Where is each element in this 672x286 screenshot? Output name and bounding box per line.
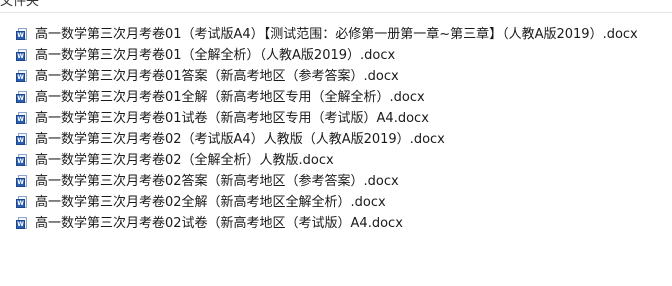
word-document-icon: W	[16, 49, 28, 62]
folder-header: 文件夹	[0, 0, 672, 13]
file-list: W 高一数学第三次月考卷01（考试版A4）【测试范围：必修第一册第一章~第三章】…	[16, 24, 638, 234]
file-name: 高一数学第三次月考卷01全解（新高考地区专用（全解全析）.docx	[35, 90, 425, 105]
file-item[interactable]: W 高一数学第三次月考卷01试卷（新高考地区专用（考试版）A4.docx	[16, 108, 638, 129]
file-name: 高一数学第三次月考卷01试卷（新高考地区专用（考试版）A4.docx	[35, 111, 429, 126]
file-name: 高一数学第三次月考卷01（考试版A4）【测试范围：必修第一册第一章~第三章】（人…	[35, 27, 638, 42]
file-item[interactable]: W 高一数学第三次月考卷01（考试版A4）【测试范围：必修第一册第一章~第三章】…	[16, 24, 638, 45]
file-item[interactable]: W 高一数学第三次月考卷01答案（新高考地区（参考答案）.docx	[16, 66, 638, 87]
file-name: 高一数学第三次月考卷02全解（新高考地区全解全析）.docx	[35, 195, 386, 210]
file-name: 高一数学第三次月考卷02答案（新高考地区（参考答案）.docx	[35, 174, 399, 189]
word-document-icon: W	[16, 154, 28, 167]
word-document-icon: W	[16, 28, 28, 41]
file-item[interactable]: W 高一数学第三次月考卷02（全解全析）人教版.docx	[16, 150, 638, 171]
file-item[interactable]: W 高一数学第三次月考卷02全解（新高考地区全解全析）.docx	[16, 192, 638, 213]
folder-title: 文件夹	[0, 0, 40, 9]
file-name: 高一数学第三次月考卷01（全解全析）（人教A版2019）.docx	[35, 48, 396, 63]
word-document-icon: W	[16, 133, 28, 146]
file-item[interactable]: W 高一数学第三次月考卷02答案（新高考地区（参考答案）.docx	[16, 171, 638, 192]
file-name: 高一数学第三次月考卷02（全解全析）人教版.docx	[35, 153, 334, 168]
file-item[interactable]: W 高一数学第三次月考卷02（考试版A4）人教版（人教A版2019）.docx	[16, 129, 638, 150]
file-item[interactable]: W 高一数学第三次月考卷02试卷（新高考地区（考试版）A4.docx	[16, 213, 638, 234]
word-document-icon: W	[16, 196, 28, 209]
word-document-icon: W	[16, 175, 28, 188]
file-name: 高一数学第三次月考卷02（考试版A4）人教版（人教A版2019）.docx	[35, 132, 445, 147]
file-item[interactable]: W 高一数学第三次月考卷01（全解全析）（人教A版2019）.docx	[16, 45, 638, 66]
word-document-icon: W	[16, 91, 28, 104]
file-item[interactable]: W 高一数学第三次月考卷01全解（新高考地区专用（全解全析）.docx	[16, 87, 638, 108]
word-document-icon: W	[16, 112, 28, 125]
file-name: 高一数学第三次月考卷02试卷（新高考地区（考试版）A4.docx	[35, 216, 403, 231]
word-document-icon: W	[16, 217, 28, 230]
word-document-icon: W	[16, 70, 28, 83]
file-name: 高一数学第三次月考卷01答案（新高考地区（参考答案）.docx	[35, 69, 399, 84]
